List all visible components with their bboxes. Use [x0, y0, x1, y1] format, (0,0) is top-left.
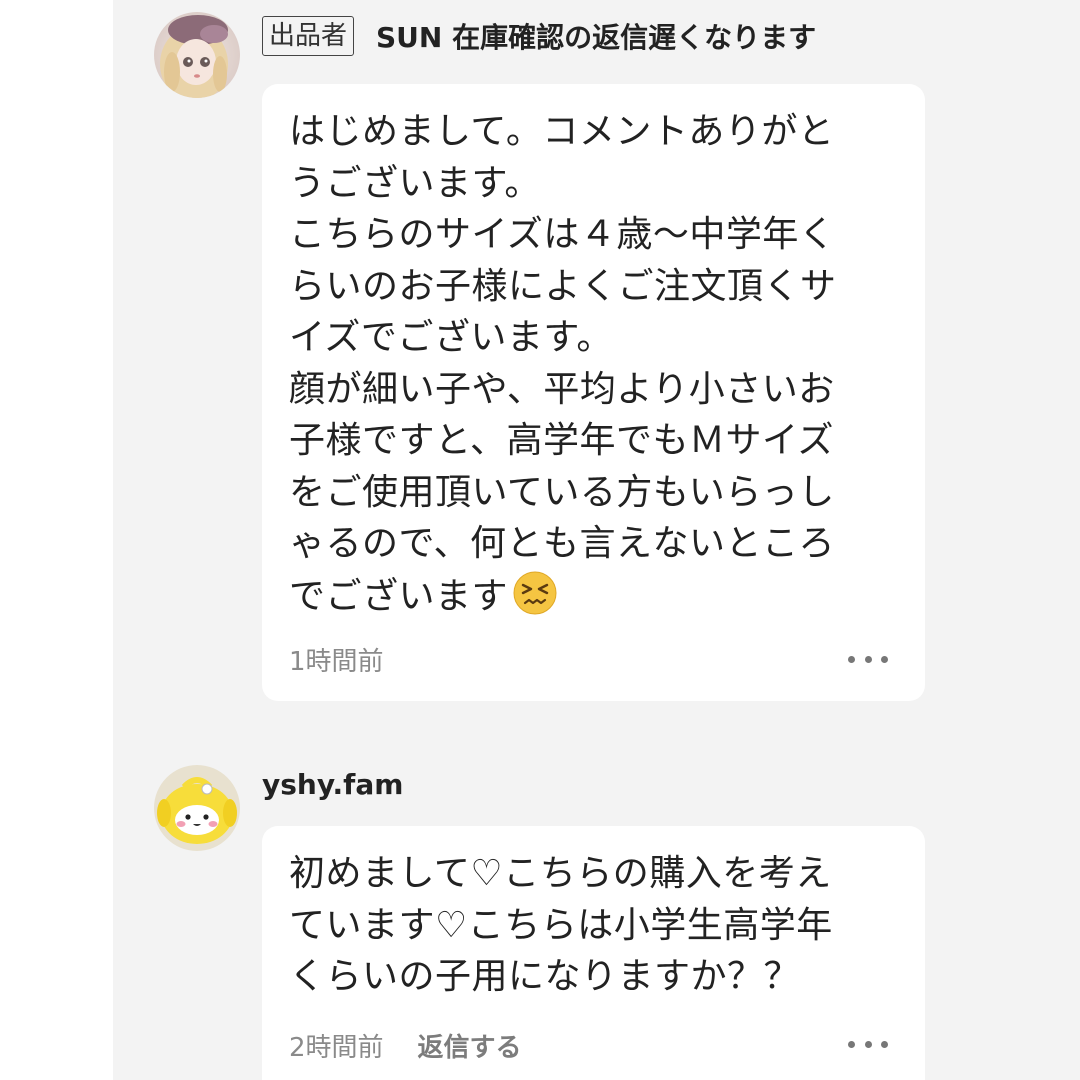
- reply-button[interactable]: 返信する: [418, 1027, 522, 1064]
- comment-line: らいのお子様によくご注文頂くサ: [289, 265, 837, 307]
- comment-meta: 2時間前 返信する: [289, 1027, 522, 1064]
- comment-line: ゃるので、何とも言えないところ: [289, 523, 836, 564]
- comment-header: 出品者 SUN 在庫確認の返信遅くなります: [262, 16, 816, 56]
- comment-time: 2時間前: [289, 1033, 384, 1063]
- comment-body: 初めまして♡こちらの購入を考え ています♡こちらは小学生高学年 くらいの子用にな…: [289, 848, 833, 1003]
- comment-line: はじめまして。コメントありがと: [289, 111, 835, 152]
- comment-line: をご使用頂いている方もいらっし: [289, 471, 835, 513]
- comment-bubble: はじめまして。コメントありがと うございます。 こちらのサイズは４歳〜中学年く …: [262, 84, 925, 701]
- comment-line: くらいの子用になりますか？？: [289, 956, 801, 997]
- seller-badge: 出品者: [262, 16, 355, 56]
- more-options-icon[interactable]: [848, 1037, 888, 1051]
- user-avatar[interactable]: [154, 765, 240, 851]
- comment-line: こちらのサイズは４歳〜中学年く: [289, 214, 836, 255]
- comment-time: 1時間前: [289, 647, 384, 677]
- comment-line: 子様ですと、高学年でもＭサイズ: [289, 420, 834, 461]
- comment-panel: 出品者 SUN 在庫確認の返信遅くなります はじめまして。コメントありがと うご…: [113, 0, 1080, 1080]
- comment-last-line: でございます: [289, 570, 837, 623]
- character-avatar-image: [154, 765, 240, 851]
- comment-body: はじめまして。コメントありがと うございます。 こちらのサイズは４歳〜中学年く …: [289, 106, 837, 622]
- confounded-face-icon: [513, 571, 557, 614]
- user-name[interactable]: SUN 在庫確認の返信遅くなります: [376, 16, 816, 56]
- comment-line: 顔が細い子や、平均より小さいお: [289, 368, 835, 410]
- comment-meta: 1時間前: [289, 641, 384, 678]
- comment-bubble: 初めまして♡こちらの購入を考え ています♡こちらは小学生高学年 くらいの子用にな…: [262, 826, 925, 1080]
- comment-line: イズでございます。: [289, 317, 613, 358]
- comment-line: でございます: [289, 575, 509, 617]
- user-name[interactable]: yshy.fam: [262, 768, 403, 801]
- more-options-icon[interactable]: [848, 652, 888, 666]
- doll-avatar-image: [154, 12, 240, 98]
- seller-avatar[interactable]: [154, 12, 240, 98]
- comment-line: うございます。: [289, 162, 541, 204]
- comment-header: yshy.fam: [262, 768, 403, 801]
- comment-line: 初めまして♡こちらの購入を考え: [289, 853, 832, 894]
- comment-line: ています♡こちらは小学生高学年: [289, 904, 833, 946]
